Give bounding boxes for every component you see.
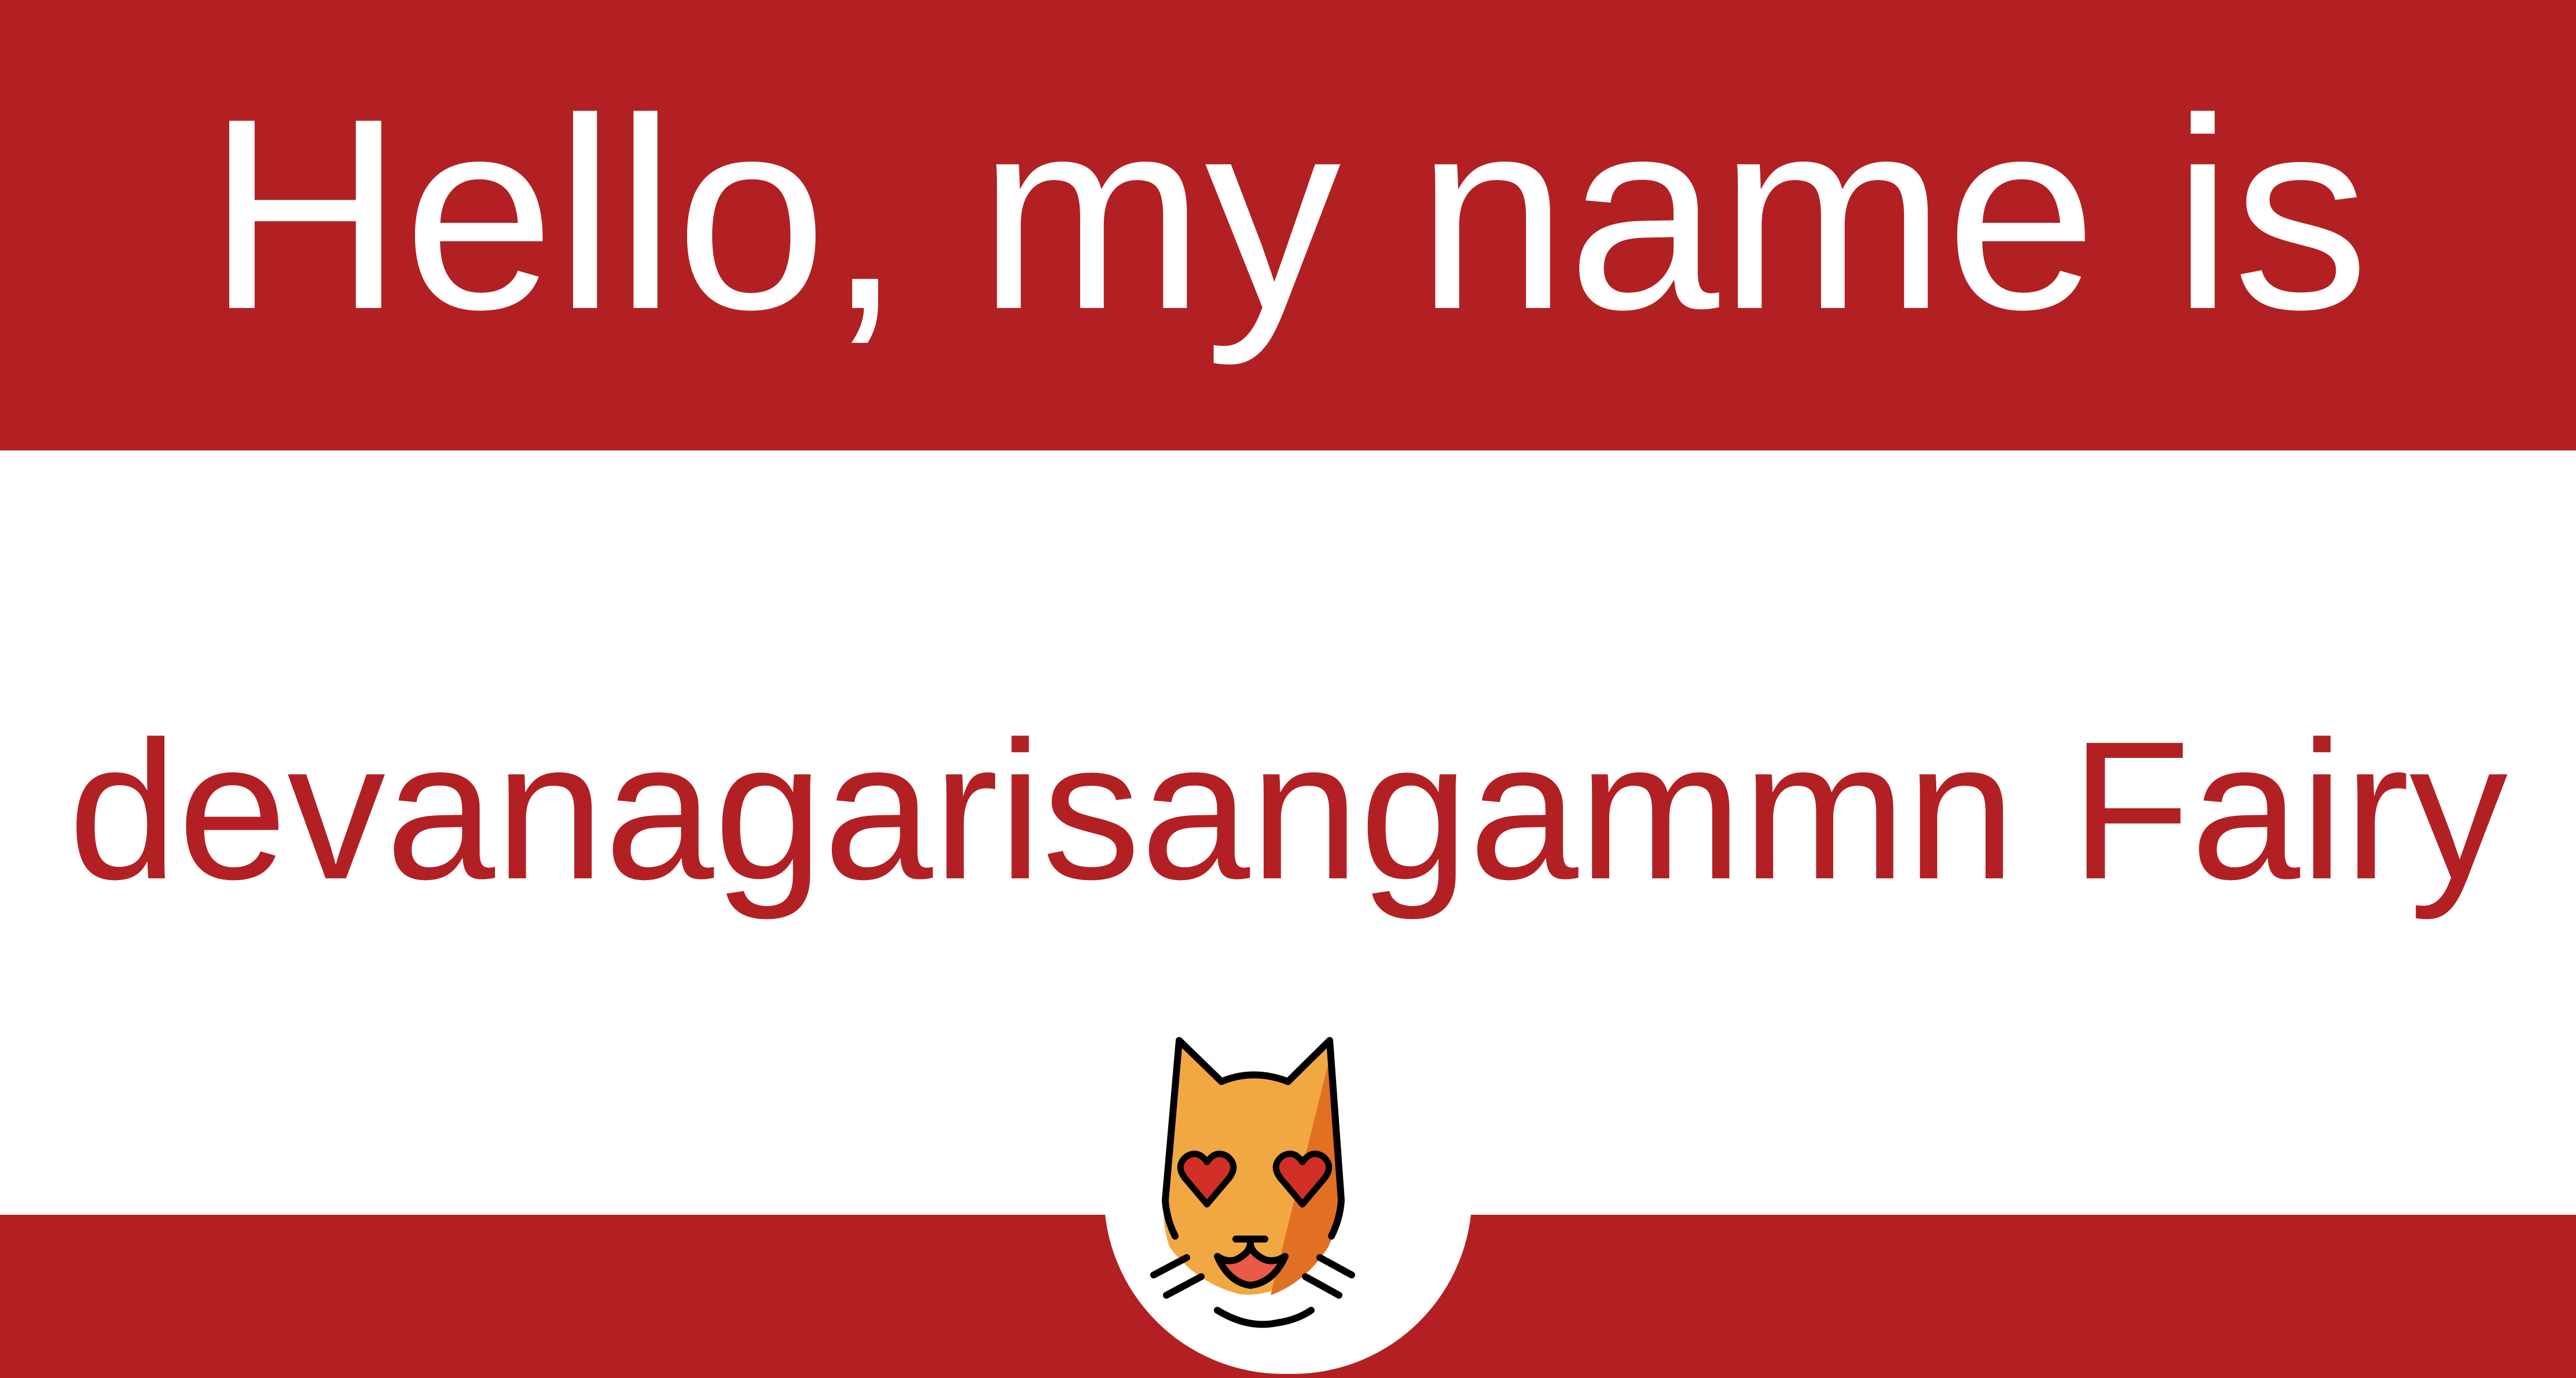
name-tag: Hello, my name is devanagarisangammn Fai… (0, 0, 2576, 1378)
greeting-text: Hello, my name is (207, 62, 2369, 366)
smiling-cat-with-heart-eyes-icon (1150, 1037, 1355, 1328)
name-text: devanagarisangammn Fairy (68, 701, 2508, 921)
